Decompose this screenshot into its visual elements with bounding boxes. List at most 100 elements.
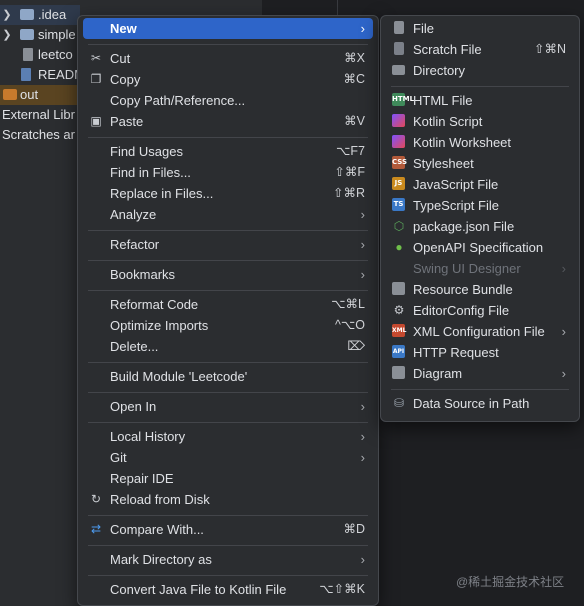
submenu-item-javascript-file[interactable]: JS JavaScript File	[386, 174, 574, 195]
submenu-item-xml-configuration[interactable]: XML XML Configuration File ›	[386, 321, 574, 342]
submenu-item-label: Stylesheet	[413, 156, 474, 171]
submenu-item-kotlin-script[interactable]: Kotlin Script	[386, 111, 574, 132]
css-file-icon: CSS	[392, 156, 407, 170]
menu-item-label: Repair IDE	[110, 471, 174, 486]
menu-item-label: Optimize Imports	[110, 318, 209, 333]
submenu-item-diagram[interactable]: Diagram ›	[386, 363, 574, 384]
tree-item-external-libraries[interactable]: External Libr	[0, 105, 80, 125]
menu-item-repair-ide[interactable]: Repair IDE	[83, 468, 373, 489]
menu-separator	[88, 44, 368, 45]
menu-item-local-history[interactable]: Local History ›	[83, 426, 373, 447]
menu-item-new[interactable]: New ›	[83, 18, 373, 39]
menu-item-shortcut: ⌘V	[344, 114, 365, 128]
chevron-right-icon: ›	[360, 429, 365, 444]
chevron-right-icon[interactable]: ❯	[1, 25, 13, 45]
submenu-item-editorconfig[interactable]: ⚙ EditorConfig File	[386, 300, 574, 321]
menu-item-shortcut: ^⌥O	[335, 318, 365, 332]
submenu-item-swing-ui-designer[interactable]: Swing UI Designer ›	[386, 258, 574, 279]
menu-item-replace-in-files[interactable]: Replace in Files... ⇧⌘R	[83, 183, 373, 204]
menu-item-analyze[interactable]: Analyze ›	[83, 204, 373, 225]
chevron-right-icon: ›	[360, 552, 365, 567]
submenu-item-html-file[interactable]: HTML HTML File	[386, 90, 574, 111]
submenu-item-label: File	[413, 21, 434, 36]
menu-item-delete[interactable]: Delete... ⌦	[83, 336, 373, 357]
menu-item-find-usages[interactable]: Find Usages ⌥F7	[83, 141, 373, 162]
menu-item-label: Find Usages	[110, 144, 183, 159]
tree-item-readme[interactable]: READM	[0, 65, 80, 85]
menu-item-git[interactable]: Git ›	[83, 447, 373, 468]
menu-separator	[88, 545, 368, 546]
submenu-item-stylesheet[interactable]: CSS Stylesheet	[386, 153, 574, 174]
menu-item-copy[interactable]: ❐ Copy ⌘C	[83, 69, 373, 90]
tree-item-label: Scratches ar	[2, 127, 75, 142]
submenu-item-label: XML Configuration File	[413, 324, 545, 339]
tree-item-out[interactable]: out	[0, 85, 80, 105]
tree-item-simple[interactable]: ❯ simple	[0, 25, 80, 45]
submenu-item-kotlin-worksheet[interactable]: Kotlin Worksheet	[386, 132, 574, 153]
tree-item-scratches[interactable]: Scratches ar	[0, 125, 80, 145]
chevron-right-icon: ›	[360, 237, 365, 252]
tree-item-leetcode[interactable]: leetco	[0, 45, 80, 65]
submenu-item-label: Kotlin Script	[413, 114, 483, 129]
menu-item-find-in-files[interactable]: Find in Files... ⇧⌘F	[83, 162, 373, 183]
submenu-item-directory[interactable]: Directory	[386, 60, 574, 81]
menu-item-shortcut: ⌦	[347, 339, 365, 353]
tree-item-label: READM	[38, 67, 80, 82]
submenu-item-label: Resource Bundle	[413, 282, 513, 297]
menu-separator	[88, 575, 368, 576]
submenu-item-resource-bundle[interactable]: Resource Bundle	[386, 279, 574, 300]
submenu-item-package-json[interactable]: ⬡ package.json File	[386, 216, 574, 237]
menu-item-copy-path[interactable]: Copy Path/Reference...	[83, 90, 373, 111]
menu-item-optimize-imports[interactable]: Optimize Imports ^⌥O	[83, 315, 373, 336]
http-request-icon: API	[392, 345, 406, 359]
submenu-item-openapi[interactable]: ● OpenAPI Specification	[386, 237, 574, 258]
menu-item-cut[interactable]: ✂ Cut ⌘X	[83, 48, 373, 69]
menu-item-label: Compare With...	[110, 522, 204, 537]
menu-item-label: Local History	[110, 429, 186, 444]
folder-icon	[20, 29, 34, 40]
menu-item-mark-directory-as[interactable]: Mark Directory as ›	[83, 549, 373, 570]
menu-separator	[88, 230, 368, 231]
database-icon: ⛁	[393, 396, 405, 410]
submenu-item-file[interactable]: File	[386, 18, 574, 39]
diagram-icon	[392, 366, 406, 380]
menu-item-label: Mark Directory as	[110, 552, 212, 567]
chevron-right-icon: ›	[360, 399, 365, 414]
menu-item-paste[interactable]: ▣ Paste ⌘V	[83, 111, 373, 132]
html-file-icon: HTML	[392, 93, 414, 107]
submenu-item-typescript-file[interactable]: TS TypeScript File	[386, 195, 574, 216]
tree-item-label: External Libr	[2, 107, 75, 122]
menu-item-refactor[interactable]: Refactor ›	[83, 234, 373, 255]
menu-item-label: Bookmarks	[110, 267, 176, 282]
menu-item-build-module[interactable]: Build Module 'Leetcode'	[83, 366, 373, 387]
tree-item-label: out	[20, 87, 39, 102]
submenu-item-label: package.json File	[413, 219, 515, 234]
submenu-item-label: Diagram	[413, 366, 463, 381]
menu-item-compare-with[interactable]: ⇄ Compare With... ⌘D	[83, 519, 373, 540]
menu-item-shortcut: ⌘X	[344, 51, 365, 65]
chevron-right-icon: ›	[360, 267, 365, 282]
menu-item-shortcut: ⌥F7	[336, 144, 365, 158]
menu-item-open-in[interactable]: Open In ›	[83, 396, 373, 417]
chevron-right-icon[interactable]: ❯	[1, 5, 13, 25]
kotlin-script-icon	[392, 114, 406, 128]
menu-item-convert-java-to-kotlin[interactable]: Convert Java File to Kotlin File ⌥⇧⌘K	[83, 579, 373, 600]
tree-item-idea[interactable]: ❯ .idea	[0, 5, 80, 25]
menu-item-shortcut: ⌘D	[343, 522, 365, 536]
submenu-item-http-request[interactable]: API HTTP Request	[386, 342, 574, 363]
submenu-item-data-source-in-path[interactable]: ⛁ Data Source in Path	[386, 393, 574, 414]
tree-item-label: simple	[38, 27, 76, 42]
menu-item-shortcut: ⌥⇧⌘K	[319, 582, 365, 596]
scratch-file-icon	[392, 42, 406, 56]
menu-item-label: Copy Path/Reference...	[110, 93, 246, 108]
menu-item-reformat-code[interactable]: Reformat Code ⌥⌘L	[83, 294, 373, 315]
tree-item-label: .idea	[38, 7, 67, 22]
menu-item-label: Build Module 'Leetcode'	[110, 369, 248, 384]
submenu-item-scratch-file[interactable]: Scratch File ⇧⌘N	[386, 39, 574, 60]
reload-icon: ↻	[90, 492, 102, 506]
menu-item-bookmarks[interactable]: Bookmarks ›	[83, 264, 373, 285]
submenu-item-label: Swing UI Designer	[413, 261, 521, 276]
copy-icon: ❐	[90, 72, 102, 86]
watermark: @稀土掘金技术社区	[456, 575, 565, 589]
menu-item-reload-from-disk[interactable]: ↻ Reload from Disk	[83, 489, 373, 510]
